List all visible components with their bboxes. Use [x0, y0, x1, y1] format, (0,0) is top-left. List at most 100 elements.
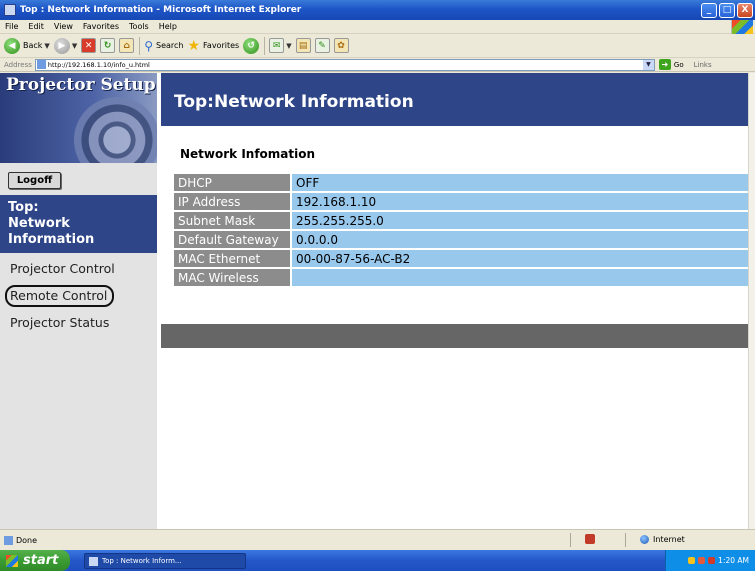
- logoff-button[interactable]: Logoff: [8, 172, 61, 189]
- tray-alert-icon[interactable]: [708, 557, 716, 564]
- address-dropdown-icon[interactable]: ▼: [642, 59, 654, 70]
- browser-window: Top : Network Information - Microsoft In…: [0, 0, 755, 571]
- chevron-down-icon[interactable]: ▼: [286, 42, 291, 50]
- history-icon[interactable]: ↺: [243, 37, 260, 54]
- standard-toolbar: ◀ Back ▼ ▶ ▼ ✕ ↻ ⌂ ⚲ Search ★ Favorites …: [0, 34, 755, 58]
- zone-label: Internet: [653, 535, 685, 544]
- edit-icon[interactable]: ✎: [314, 38, 330, 53]
- search-button[interactable]: ⚲ Search: [144, 39, 183, 53]
- row-value: 192.168.1.10: [292, 193, 748, 210]
- taskbar-item-ie[interactable]: Top : Network Inform...: [84, 553, 246, 569]
- sidebar-item-network-information[interactable]: Top: Network Information: [0, 195, 157, 253]
- sidebar-item-projector-status[interactable]: Projector Status: [10, 315, 109, 330]
- home-icon[interactable]: ⌂: [119, 38, 135, 53]
- globe-icon: [640, 535, 649, 544]
- windows-logo-icon: [731, 20, 753, 34]
- sidebar-item-projector-control[interactable]: Projector Control: [10, 261, 115, 276]
- toolbar-separator: [139, 36, 141, 55]
- clock[interactable]: 1:20 AM: [718, 556, 749, 565]
- chevron-down-icon[interactable]: ▼: [44, 42, 49, 50]
- table-row: IP Address 192.168.1.10: [174, 193, 748, 210]
- tray-network-icon[interactable]: [698, 557, 706, 564]
- footer-bar: [161, 324, 748, 348]
- system-tray: 1:20 AM: [665, 550, 755, 571]
- ie-page-icon: [89, 556, 98, 566]
- sidebar-active-line: Top:: [8, 200, 39, 215]
- menu-view[interactable]: View: [49, 22, 78, 31]
- address-input[interactable]: http://192.168.1.10/info_u.html ▼: [34, 58, 655, 71]
- taskbar: start Top : Network Inform... 1:20 AM: [0, 550, 755, 571]
- sidebar: Projector Setup Logoff Top: Network Info…: [0, 73, 157, 529]
- sidebar-active-line: Network: [8, 216, 70, 231]
- mail-icon[interactable]: ✉: [269, 38, 285, 53]
- close-button[interactable]: X: [737, 2, 753, 18]
- menu-favorites[interactable]: Favorites: [78, 22, 124, 31]
- table-row: Subnet Mask 255.255.255.0: [174, 212, 748, 229]
- row-key: DHCP: [174, 174, 292, 191]
- section-title: Network Infomation: [180, 147, 316, 161]
- back-label: Back: [23, 41, 43, 50]
- address-label: Address: [4, 60, 32, 69]
- search-icon: ⚲: [144, 38, 153, 53]
- row-value: 00-00-87-56-AC-B2: [292, 250, 748, 267]
- messenger-icon[interactable]: ✿: [333, 38, 349, 53]
- menu-tools[interactable]: Tools: [124, 22, 154, 31]
- row-key: Subnet Mask: [174, 212, 292, 229]
- row-key: Default Gateway: [174, 231, 292, 248]
- status-text: Done: [16, 535, 38, 545]
- print-icon[interactable]: ▤: [295, 38, 311, 53]
- zone-indicator: Internet: [640, 535, 685, 544]
- ie-page-icon: [4, 4, 16, 16]
- sidebar-item-remote-control[interactable]: Remote Control: [5, 285, 115, 307]
- maximize-button[interactable]: □: [719, 2, 735, 18]
- forward-button[interactable]: ▶ ▼: [53, 37, 77, 54]
- menu-edit[interactable]: Edit: [23, 22, 49, 31]
- go-button[interactable]: ➜ Go: [658, 59, 684, 70]
- page-icon: [36, 60, 46, 69]
- sidebar-active-line: Information: [8, 232, 95, 247]
- page-title: Top:Network Information: [174, 92, 414, 112]
- brand-title: Projector Setup: [6, 75, 156, 95]
- table-row: MAC Ethernet 00-00-87-56-AC-B2: [174, 250, 748, 267]
- minimize-button[interactable]: _: [701, 2, 717, 18]
- vertical-scrollbar[interactable]: [748, 73, 755, 529]
- window-title: Top : Network Information - Microsoft In…: [20, 5, 302, 15]
- favorites-button[interactable]: ★ Favorites: [187, 38, 239, 54]
- links-button[interactable]: Links: [694, 61, 712, 69]
- page-header: Top:Network Information: [161, 73, 748, 126]
- brand-banner: Projector Setup: [0, 73, 157, 163]
- status-bar: Done Internet: [0, 529, 755, 550]
- refresh-icon[interactable]: ↻: [100, 38, 116, 53]
- row-key: MAC Ethernet: [174, 250, 292, 267]
- row-key: IP Address: [174, 193, 292, 210]
- security-icon: [585, 534, 595, 544]
- favorites-star-icon: ★: [187, 37, 201, 54]
- table-row: Default Gateway 0.0.0.0: [174, 231, 748, 248]
- start-button[interactable]: start: [0, 550, 70, 571]
- back-arrow-icon: ◀: [4, 37, 20, 54]
- tray-shield-icon[interactable]: [688, 557, 696, 564]
- go-arrow-icon: ➜: [658, 59, 671, 70]
- forward-arrow-icon: ▶: [53, 37, 70, 54]
- title-bar[interactable]: Top : Network Information - Microsoft In…: [0, 0, 755, 20]
- lens-dial-graphic: [74, 97, 157, 163]
- back-button[interactable]: ◀ Back ▼: [4, 37, 50, 54]
- page-icon: [4, 535, 13, 545]
- row-key: MAC Wireless: [174, 269, 292, 286]
- menu-file[interactable]: File: [0, 22, 23, 31]
- taskbar-item-label: Top : Network Inform...: [102, 557, 182, 565]
- toolbar-separator: [264, 36, 266, 55]
- page-content: Projector Setup Logoff Top: Network Info…: [0, 73, 748, 529]
- go-label: Go: [673, 60, 684, 69]
- chevron-down-icon[interactable]: ▼: [72, 42, 77, 50]
- row-value: 0.0.0.0: [292, 231, 748, 248]
- row-value: [292, 269, 748, 286]
- windows-flag-icon: [6, 554, 18, 567]
- status-divider: [570, 533, 571, 547]
- menu-help[interactable]: Help: [154, 22, 182, 31]
- network-info-table: DHCP OFF IP Address 192.168.1.10 Subnet …: [174, 172, 748, 288]
- address-url: http://192.168.1.10/info_u.html: [47, 60, 150, 69]
- row-value: OFF: [292, 174, 748, 191]
- menu-bar: File Edit View Favorites Tools Help: [0, 20, 755, 34]
- stop-icon[interactable]: ✕: [81, 38, 97, 53]
